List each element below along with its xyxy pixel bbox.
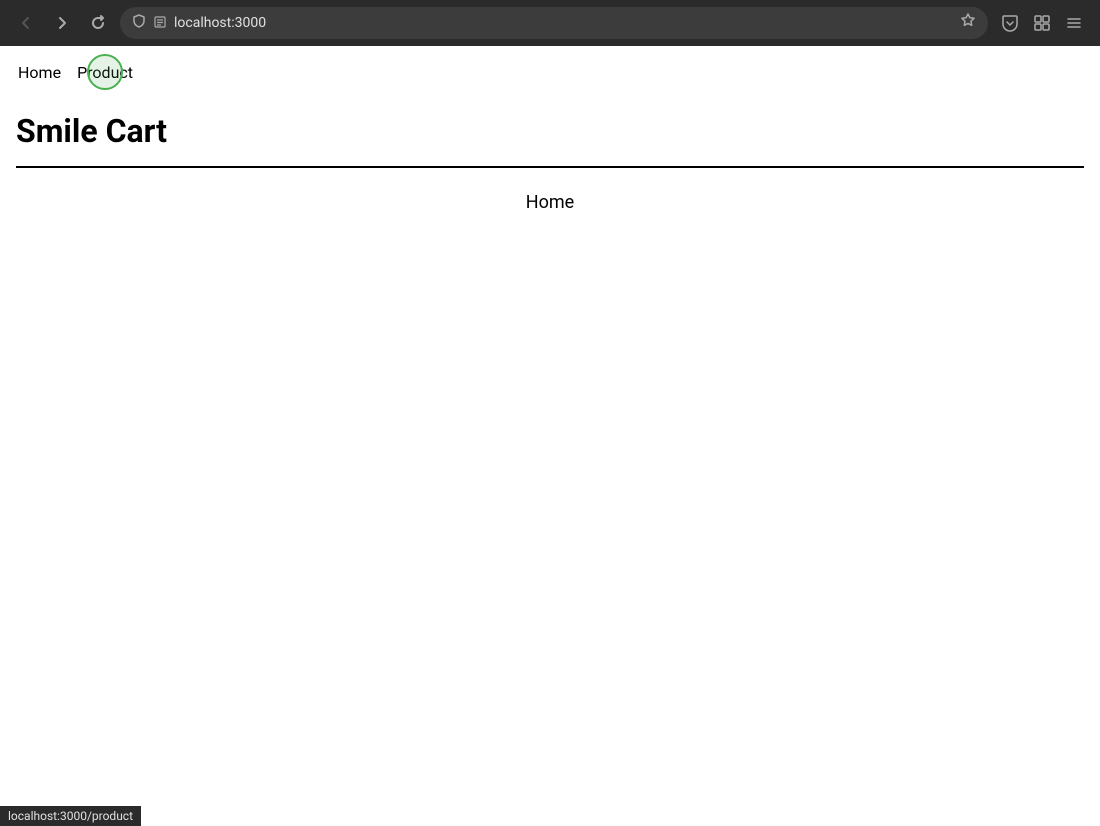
- browser-chrome: localhost:3000: [0, 0, 1100, 46]
- nav-product-link[interactable]: Product: [73, 61, 137, 84]
- address-bar[interactable]: localhost:3000: [120, 7, 988, 39]
- website-content: Home Product Smile Cart Home: [0, 46, 1100, 237]
- content-home-text: Home: [526, 192, 574, 213]
- nav-home-link[interactable]: Home: [14, 61, 65, 84]
- page-icon: [154, 16, 166, 31]
- site-header: Smile Cart: [0, 98, 1100, 158]
- refresh-button[interactable]: [84, 9, 112, 37]
- browser-right-icons: [996, 9, 1088, 37]
- page-content: Home: [0, 168, 1100, 237]
- url-text: localhost:3000: [174, 15, 952, 31]
- back-button[interactable]: [12, 9, 40, 37]
- menu-icon[interactable]: [1060, 9, 1088, 37]
- forward-button[interactable]: [48, 9, 76, 37]
- status-bar: localhost:3000/product: [0, 806, 141, 826]
- site-nav: Home Product: [0, 46, 1100, 98]
- star-icon[interactable]: [960, 13, 976, 33]
- site-title: Smile Cart: [16, 112, 1084, 150]
- nav-product-wrapper: Product: [73, 61, 137, 84]
- security-shield-icon: [132, 14, 146, 32]
- status-url: localhost:3000/product: [8, 809, 133, 823]
- pocket-icon[interactable]: [996, 9, 1024, 37]
- extensions-icon[interactable]: [1028, 9, 1056, 37]
